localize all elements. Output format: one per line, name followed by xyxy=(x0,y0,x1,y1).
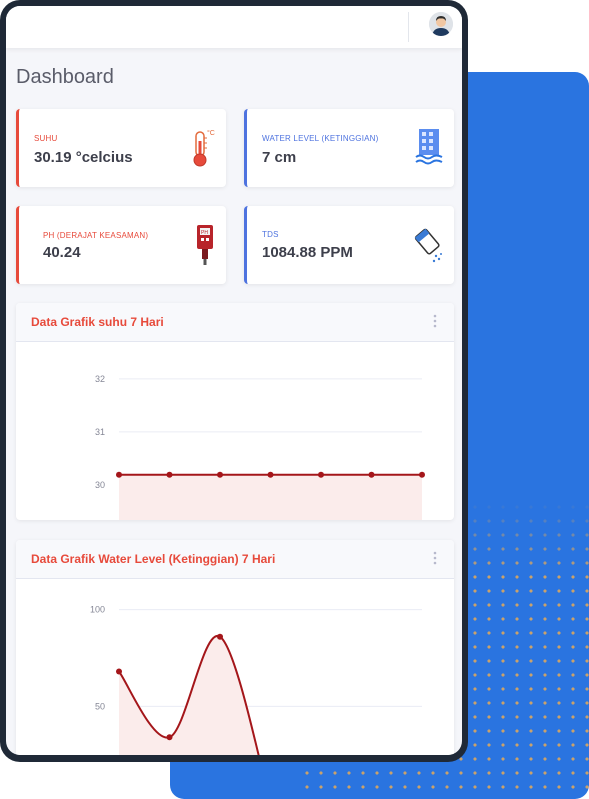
card-ph: PH (DERAJAT KEASAMAN) 40.24 PH xyxy=(16,206,226,284)
data-point xyxy=(166,734,173,741)
chart-card-header: Data Grafik Water Level (Ketinggian) 7 H… xyxy=(16,540,454,579)
user-avatar[interactable] xyxy=(429,12,453,36)
chart-card-suhu: Data Grafik suhu 7 Hari 32 31 30 xyxy=(16,303,454,520)
y-tick-label: 100 xyxy=(90,605,105,615)
chart-card-header: Data Grafik suhu 7 Hari xyxy=(16,303,454,342)
card-tds: TDS 1084.88 PPM xyxy=(244,206,454,284)
data-point xyxy=(318,471,324,478)
avatar-icon xyxy=(429,12,453,36)
chart-title: Data Grafik Water Level (Ketinggian) 7 H… xyxy=(31,552,276,566)
card-suhu-value: 30.19 °celcius xyxy=(34,149,133,166)
data-point xyxy=(116,471,122,478)
more-vertical-icon[interactable] xyxy=(432,313,438,329)
data-point xyxy=(419,471,425,478)
series-area xyxy=(119,636,259,755)
y-tick-label: 31 xyxy=(95,427,105,437)
y-tick-label: 50 xyxy=(95,701,105,711)
card-ph-value: 40.24 xyxy=(43,244,81,261)
card-ph-label: PH (DERAJAT KEASAMAN) xyxy=(43,231,149,240)
page-title: Dashboard xyxy=(16,66,114,88)
topbar xyxy=(6,6,462,48)
card-water-level-label: WATER LEVEL (KETINGGIAN) xyxy=(262,134,379,143)
chart-title: Data Grafik suhu 7 Hari xyxy=(31,315,164,329)
chart-card-water-level: Data Grafik Water Level (Ketinggian) 7 H… xyxy=(16,540,454,755)
water-level-icon xyxy=(415,129,443,165)
card-tds-value: 1084.88 PPM xyxy=(262,244,353,261)
more-vertical-icon[interactable] xyxy=(432,550,438,566)
chart-plot-water-level: 100 50 xyxy=(90,605,422,755)
svg-text:PH: PH xyxy=(201,230,208,236)
data-point xyxy=(116,668,122,675)
series-area xyxy=(119,474,422,520)
salt-shaker-icon xyxy=(414,228,442,263)
topbar-divider xyxy=(408,12,409,42)
chart-plot-suhu: 32 31 30 xyxy=(95,374,425,520)
data-point xyxy=(368,471,375,478)
data-point xyxy=(217,633,223,640)
data-point xyxy=(166,471,173,478)
card-suhu-label: SUHU xyxy=(34,134,58,143)
thermometer-icon: °C xyxy=(193,129,215,167)
device-screen: Dashboard SUHU 30.19 °celcius °C WATER L… xyxy=(6,6,462,755)
card-water-level-value: 7 cm xyxy=(262,149,297,166)
data-point xyxy=(217,471,223,478)
data-point xyxy=(267,471,274,478)
device-frame: Dashboard SUHU 30.19 °celcius °C WATER L… xyxy=(0,0,468,762)
ph-meter-icon: PH xyxy=(197,225,213,265)
svg-text:°C: °C xyxy=(207,129,215,137)
y-tick-label: 32 xyxy=(95,374,105,384)
card-water-level: WATER LEVEL (KETINGGIAN) 7 cm xyxy=(244,109,454,187)
card-tds-label: TDS xyxy=(262,230,279,239)
y-tick-label: 30 xyxy=(95,480,105,490)
card-suhu: SUHU 30.19 °celcius °C xyxy=(16,109,226,187)
